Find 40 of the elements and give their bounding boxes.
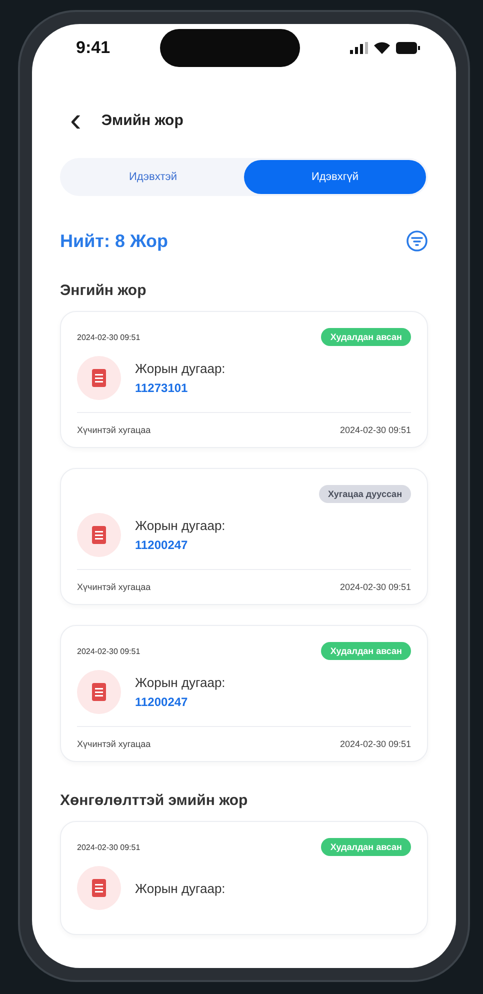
prescription-number: 11200247 [135, 695, 189, 709]
status-badge: Худалдан авсан [321, 328, 411, 346]
issue-date: 2024-02-30 09:51 [77, 842, 140, 852]
status-badge: Хугацаа дууссан [319, 485, 411, 503]
back-button[interactable]: ‹ [66, 103, 86, 137]
prescription-number-label: Жорын дугаар: [135, 675, 226, 690]
prescription-number-label: Жорын дугаар: [135, 518, 226, 533]
status-time: 9:41 [76, 38, 110, 58]
prescription-number: 11200247 [135, 538, 189, 552]
prescription-number: 11273101 [135, 381, 189, 395]
prescription-icon [77, 513, 121, 557]
screen-title: Эмийн жор [101, 112, 184, 128]
signal-icon [350, 42, 368, 54]
prescription-card[interactable]: 2024-02-30 09:51 Худалдан авсан Жорын дугаар: 11273101 Хүчинтэй хугацаа 2024-02-30 09:51 [60, 311, 428, 448]
prescription-card[interactable]: 2024-02-30 09:51 Худалдан авсан Жорын дугаар: [60, 821, 428, 935]
status-badge: Худалдан авсан [321, 838, 411, 856]
validity-label: Хүчинтэй хугацаа [77, 425, 151, 435]
prescription-card[interactable]: Хугацаа дууссан Жорын дугаар: 11200247 Хүчинтэй хугацаа 2024-02-30 09:51 [60, 468, 428, 605]
validity-date: 2024-02-30 09:51 [340, 739, 411, 749]
prescription-icon [77, 356, 121, 400]
prescription-icon [77, 670, 121, 714]
wifi-icon [374, 42, 390, 54]
battery-icon [396, 42, 420, 54]
validity-date: 2024-02-30 09:51 [340, 425, 411, 435]
prescription-number-label: Жорын дугаар: [135, 880, 226, 896]
section-title: Энгийн жор [60, 282, 148, 299]
tab[interactable]: Идэвхгүй [244, 160, 426, 194]
tab[interactable]: Идэвхтэй [62, 160, 244, 194]
prescription-icon [77, 866, 121, 910]
filter-icon[interactable] [406, 230, 428, 252]
status-badge: Худалдан авсан [321, 642, 411, 660]
issue-date: 2024-02-30 09:51 [77, 332, 140, 342]
validity-date: 2024-02-30 09:51 [340, 582, 411, 592]
prescription-card[interactable]: 2024-02-30 09:51 Худалдан авсан Жорын дугаар: 11200247 Хүчинтэй хугацаа 2024-02-30 09:51 [60, 625, 428, 762]
validity-label: Хүчинтэй хугацаа [77, 739, 151, 749]
prescription-number-label: Жорын дугаар: [135, 361, 226, 376]
issue-date: 2024-02-30 09:51 [77, 646, 140, 656]
total-count: Нийт: 8 Жор [60, 230, 168, 252]
validity-label: Хүчинтэй хугацаа [77, 582, 151, 592]
section-title: Хөнгөлөлттэй эмийн жор [60, 792, 249, 809]
